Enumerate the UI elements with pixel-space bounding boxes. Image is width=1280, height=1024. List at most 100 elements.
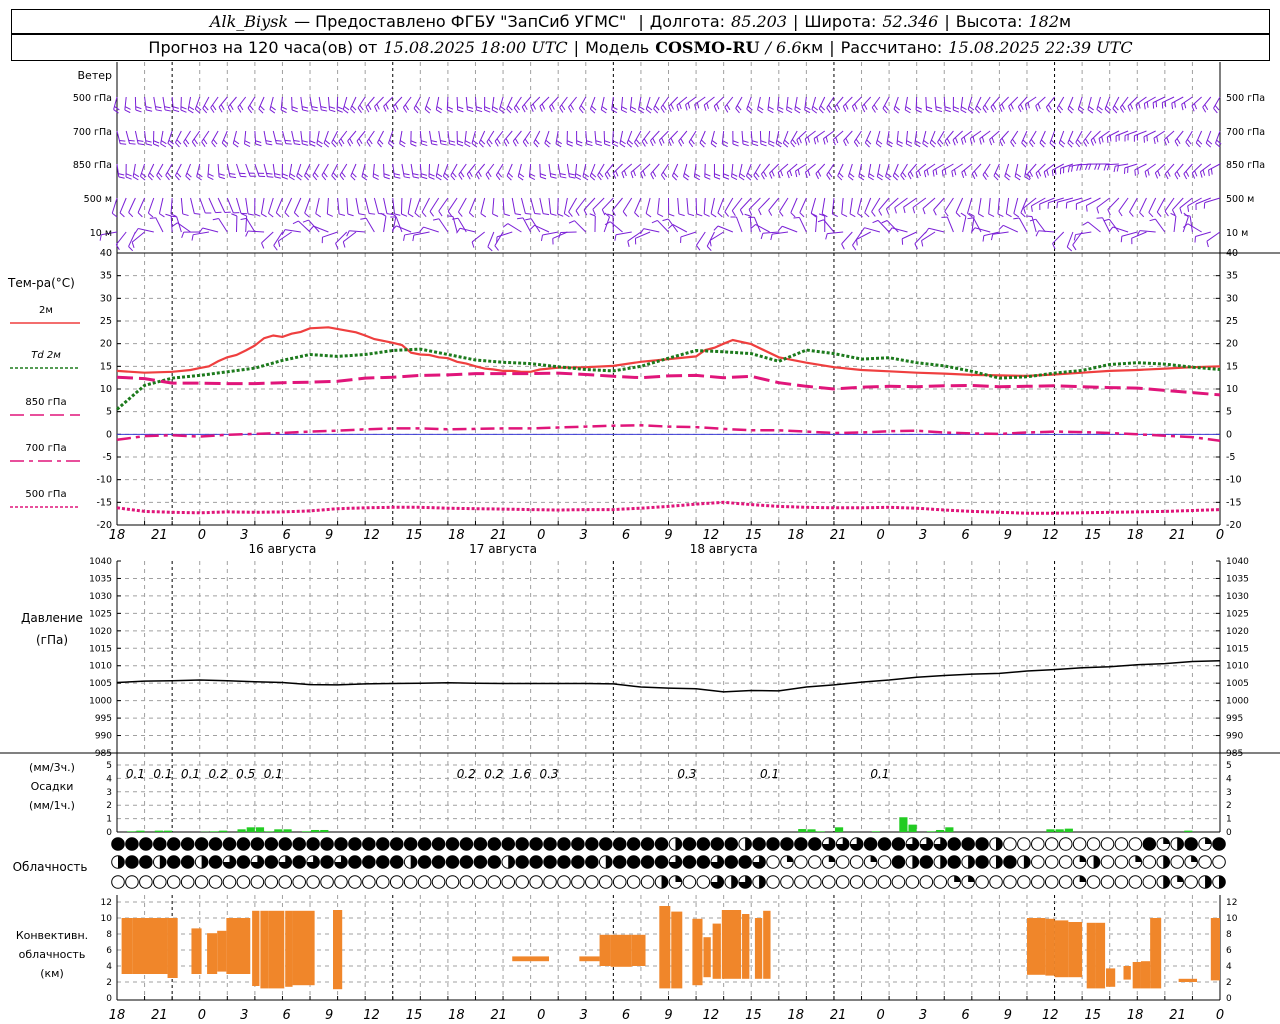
wind-barb bbox=[392, 197, 395, 214]
conv-cloud-bar bbox=[512, 956, 550, 962]
wind-barb bbox=[643, 228, 660, 233]
temp-legend-label: 500 гПа bbox=[25, 489, 66, 500]
wind-barb bbox=[907, 163, 918, 175]
wind-barb-feather bbox=[896, 143, 903, 148]
wind-barb bbox=[217, 163, 220, 177]
cloud-symbol bbox=[1058, 837, 1073, 851]
wind-barb-feather bbox=[1143, 136, 1145, 143]
wind-barb bbox=[492, 197, 495, 214]
wind-barb-feather bbox=[304, 175, 310, 181]
wind-barb-feather bbox=[984, 171, 989, 178]
precip-amount-label: 1.6 bbox=[512, 767, 531, 781]
wind-barb-feather bbox=[438, 210, 443, 217]
conv-cloud-bar bbox=[671, 911, 683, 989]
pressure-y-tick-label: 985 bbox=[95, 749, 112, 759]
cloud-symbol bbox=[320, 875, 334, 889]
cloud-symbol bbox=[1170, 855, 1184, 869]
pressure-title: Давление bbox=[21, 611, 83, 625]
wind-barb-feather bbox=[383, 173, 390, 177]
wind-barb-feather bbox=[852, 244, 857, 251]
wind-barb-feather bbox=[595, 143, 602, 147]
wind-barb-feather bbox=[871, 211, 876, 217]
wind-barb-feather bbox=[466, 106, 474, 109]
wind-barb-feather bbox=[872, 219, 879, 224]
cloud-symbol bbox=[1058, 875, 1073, 889]
wind-barb bbox=[548, 163, 552, 177]
pressure-y-tick-label: 1000 bbox=[89, 697, 112, 707]
wind-barb bbox=[327, 96, 330, 110]
wind-barb bbox=[313, 225, 329, 233]
wind-barb-feather bbox=[794, 109, 801, 114]
wind-barb-feather bbox=[905, 106, 912, 111]
wind-barb-feather bbox=[540, 234, 543, 242]
cloud-symbol bbox=[1142, 875, 1157, 889]
wind-barb-feather bbox=[604, 173, 609, 180]
wind-barb-feather bbox=[338, 213, 345, 217]
wind-barb-feather bbox=[202, 108, 208, 114]
wind-barb bbox=[466, 163, 476, 175]
wind-barb bbox=[988, 197, 991, 214]
wind-barb bbox=[810, 197, 817, 214]
wind-barb bbox=[1195, 231, 1211, 238]
pressure-y-tick-label: 1040 bbox=[1226, 557, 1249, 567]
cloud-symbol-fill bbox=[1023, 855, 1031, 869]
wind-barb-feather bbox=[137, 140, 144, 142]
wind-barb-feather bbox=[954, 137, 959, 144]
wind-barb bbox=[1153, 130, 1166, 139]
wind-barb bbox=[762, 231, 779, 234]
wind-barb-feather bbox=[1152, 102, 1155, 109]
wind-barb-feather bbox=[421, 211, 427, 218]
cloud-symbol bbox=[111, 875, 125, 889]
wind-barb bbox=[534, 224, 550, 233]
wind-barb bbox=[767, 96, 771, 110]
cloud-symbol-fill bbox=[786, 855, 794, 862]
wind-barb bbox=[217, 197, 226, 213]
wind-barb-feather bbox=[767, 109, 774, 114]
wind-barb-feather bbox=[289, 176, 295, 181]
cloud-symbol bbox=[1003, 875, 1017, 889]
wind-barb-feather bbox=[376, 103, 380, 110]
wind-barb-feather bbox=[369, 213, 376, 215]
wind-barb bbox=[1171, 96, 1184, 104]
cloud-symbol-fill bbox=[376, 855, 390, 869]
wind-barb-feather bbox=[506, 175, 512, 181]
wind-barb-feather bbox=[403, 173, 410, 176]
pressure-y-tick-label: 1005 bbox=[89, 679, 112, 689]
wind-barb bbox=[1164, 130, 1175, 141]
wind-barb-feather bbox=[1176, 138, 1181, 145]
wind-barb-feather bbox=[1164, 210, 1169, 217]
precip-bar bbox=[834, 827, 844, 832]
wind-barb-feather bbox=[960, 212, 967, 217]
wind-barb bbox=[428, 163, 431, 178]
wind-barb bbox=[853, 130, 862, 143]
wind-level-label: 10 м bbox=[90, 228, 112, 239]
wind-barb-feather bbox=[678, 140, 683, 147]
cloud-symbol bbox=[1100, 837, 1115, 851]
wind-barb bbox=[183, 130, 191, 143]
precip-bar bbox=[1055, 829, 1064, 832]
wind-barb bbox=[735, 216, 743, 233]
wind-barb bbox=[611, 96, 614, 110]
temp-y-tick-label: 35 bbox=[100, 271, 112, 282]
wind-barb-feather bbox=[332, 172, 338, 178]
wind-barb-feather bbox=[568, 106, 572, 113]
conv-y-tick-label: 8 bbox=[1226, 930, 1232, 940]
wind-level-label: 500 м bbox=[84, 194, 112, 205]
wind-barb-feather bbox=[517, 217, 524, 220]
wind-barb-feather bbox=[760, 173, 765, 180]
wind-barb-feather bbox=[753, 174, 758, 181]
wind-barb-feather bbox=[1187, 139, 1192, 145]
wind-barb-feather bbox=[706, 102, 710, 109]
precip-y-tick-label: 0 bbox=[106, 828, 112, 838]
wind-barb-feather bbox=[1035, 105, 1039, 112]
cloud-symbol-fill bbox=[1079, 855, 1086, 862]
wind-barb bbox=[1206, 231, 1221, 242]
wind-barb-feather bbox=[604, 140, 611, 144]
wind-barb-feather bbox=[569, 176, 576, 179]
cloud-symbol-fill bbox=[501, 837, 515, 851]
wind-barb bbox=[592, 197, 605, 210]
wind-barb bbox=[395, 216, 403, 233]
wind-barb bbox=[124, 96, 127, 110]
cloud-symbol bbox=[166, 875, 181, 889]
wind-barb-feather bbox=[951, 171, 954, 178]
